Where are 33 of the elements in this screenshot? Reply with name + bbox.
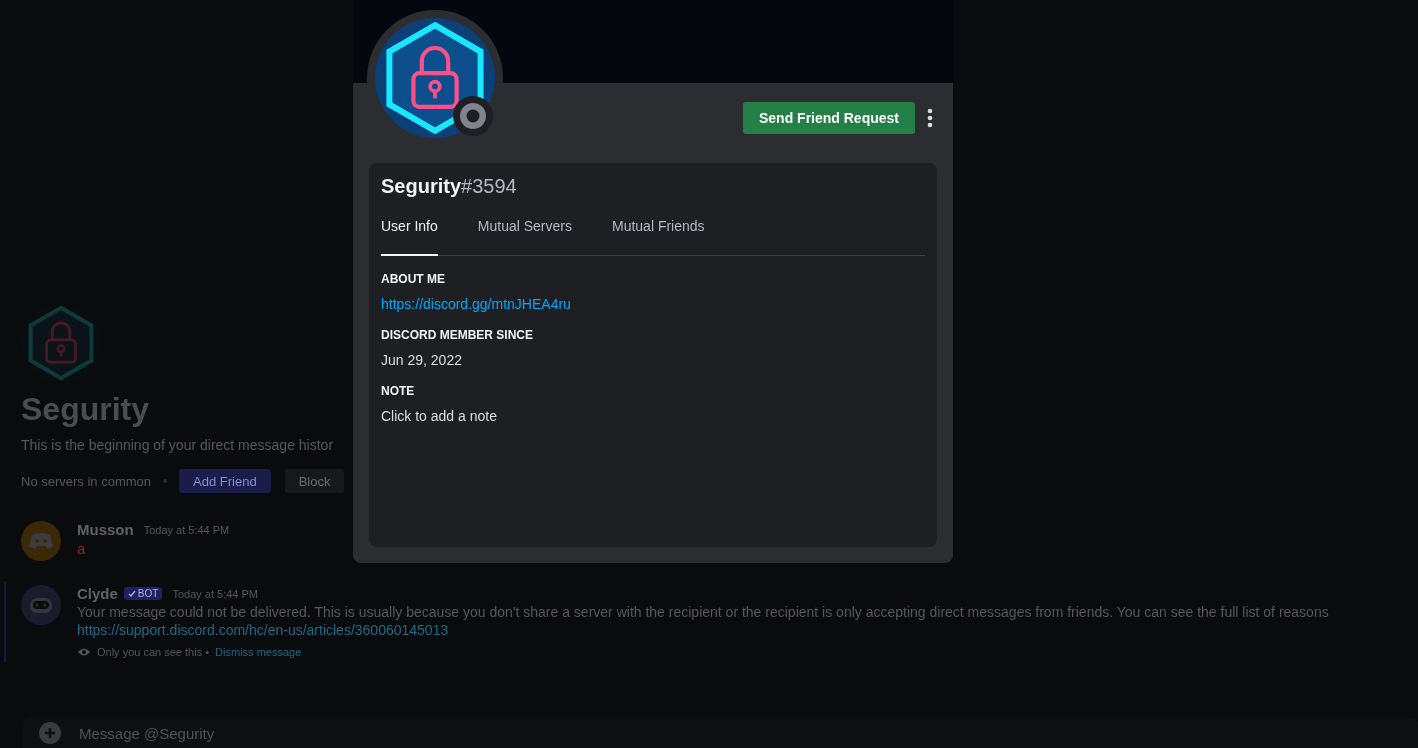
username: Segurity: [381, 175, 462, 198]
timestamp: Today at 5:44 PM: [143, 523, 230, 536]
intro-text: This is the beginning of your direct message histor: [21, 437, 334, 453]
support-link[interactable]: https://support.discord.com/hc/en-us/articles/360060145013: [77, 622, 1329, 638]
status-icon: [453, 96, 493, 136]
check-icon: [127, 589, 136, 598]
section-text: Click to add a note: [381, 408, 498, 424]
avatar-icon: [21, 521, 61, 561]
timestamp: Today at 5:44 PM: [172, 587, 259, 600]
profile-tab[interactable]: Mutual Servers: [477, 218, 572, 256]
section-text: Jun 29, 2022: [381, 352, 463, 368]
visibility-note: Only you can see this •: [97, 646, 210, 658]
more-icon[interactable]: [927, 108, 933, 128]
author-name[interactable]: Clyde: [77, 585, 118, 602]
send-friend-request-button[interactable]: Send Friend Request: [742, 102, 915, 134]
profile-tab[interactable]: Mutual Friends: [611, 218, 705, 256]
dismiss-link[interactable]: Dismiss message: [215, 646, 302, 658]
dm-title: Segurity: [21, 390, 150, 429]
section-heading: ABOUT ME: [381, 272, 446, 286]
invite-link[interactable]: https://discord.gg/mtnJHEA4ru: [381, 296, 925, 312]
add-friend-button[interactable]: Add Friend: [179, 469, 271, 493]
message-text: Your message could not be delivered. This is usually because you don't share a server with the recipient or the recipient is only accepting direct messages from friends. You can see the full list of reasons: [77, 604, 1329, 620]
eye-icon: [77, 647, 91, 657]
block-button[interactable]: Block: [284, 469, 345, 493]
discriminator: #3594: [461, 175, 517, 198]
message-text: a: [77, 540, 87, 557]
section-heading: NOTE: [381, 384, 416, 398]
mutual-servers-text: No servers in common: [21, 473, 152, 489]
profile-tab[interactable]: User Info: [381, 218, 438, 256]
author-name[interactable]: Musson: [77, 521, 134, 538]
robot-avatar-icon: [21, 585, 61, 625]
section-heading: DISCORD MEMBER SINCE: [381, 328, 534, 342]
bot-label: BOT: [137, 588, 159, 599]
